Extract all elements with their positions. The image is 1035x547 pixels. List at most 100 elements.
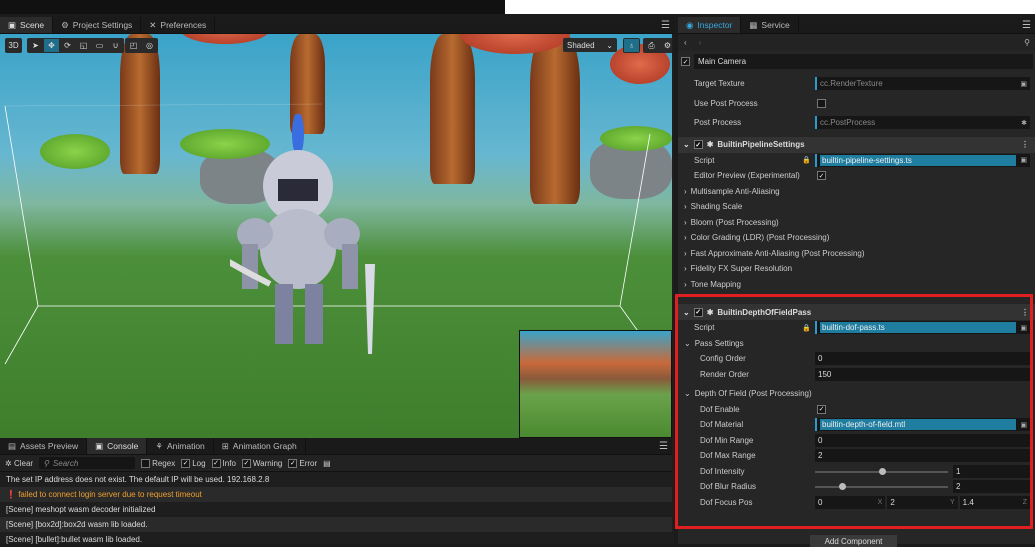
menu-icon[interactable]: ☰: [661, 20, 670, 31]
open-log-file-icon[interactable]: ▤: [323, 459, 331, 468]
dof-blur-radius-input[interactable]: 2: [953, 480, 1030, 494]
section-fsr[interactable]: › Fidelity FX Super Resolution: [678, 261, 1035, 277]
asset-icon[interactable]: ▣: [1020, 324, 1027, 332]
prop-use-post-process: Use Post Process: [678, 96, 1035, 112]
asset-icon[interactable]: ▣: [1020, 156, 1027, 164]
component-header-pipeline[interactable]: ⌄ ✓ ✱ BuiltinPipelineSettings ⋮: [678, 136, 1035, 153]
select-tool-icon[interactable]: ➤: [28, 39, 43, 52]
section-fxaa[interactable]: › Fast Approximate Anti-Aliasing (Post Pr…: [678, 246, 1035, 262]
focus-y-input[interactable]: 2Y: [887, 495, 958, 509]
move-tool-icon[interactable]: ✥: [44, 39, 59, 52]
regex-checkbox[interactable]: Regex: [141, 458, 175, 468]
asset-icon[interactable]: ▣: [1020, 421, 1027, 429]
chevron-right-icon: ›: [684, 217, 687, 227]
tab-project-settings[interactable]: ⚙ Project Settings: [53, 17, 142, 33]
info-checkbox[interactable]: ✓ Info: [211, 458, 236, 468]
tab-console[interactable]: ▣ Console: [87, 438, 148, 454]
dof-enable-checkbox[interactable]: ✓: [817, 404, 826, 414]
use-post-process-checkbox[interactable]: [817, 98, 826, 108]
dof-max-range-input[interactable]: 2: [815, 449, 1030, 463]
puzzle-icon[interactable]: ✱: [1021, 119, 1027, 127]
node-active-checkbox[interactable]: ✓: [681, 57, 690, 66]
pin-icon[interactable]: ⚲: [1024, 38, 1030, 47]
config-order-input[interactable]: 0: [815, 352, 1030, 366]
slider-knob[interactable]: [878, 467, 886, 475]
slider-knob[interactable]: [838, 483, 846, 490]
section-bloom[interactable]: › Bloom (Post Processing): [678, 215, 1035, 231]
tab-scene[interactable]: ▣ Scene: [0, 17, 54, 33]
dof-min-range-input[interactable]: 0: [815, 433, 1030, 447]
pivot-icon[interactable]: ◰: [126, 39, 141, 52]
script-field[interactable]: builtin-pipeline-settings.ts ▣: [815, 153, 1030, 167]
prop-config-order: Config Order 0: [678, 351, 1035, 367]
section-color-grading[interactable]: › Color Grading (LDR) (Post Processing): [678, 230, 1035, 246]
asset-icon[interactable]: ▣: [1020, 80, 1027, 88]
rect-tool-icon[interactable]: ▭: [92, 39, 107, 52]
section-depth-of-field[interactable]: ⌄ Depth Of Field (Post Processing): [678, 386, 1035, 402]
snap-tool-icon[interactable]: ∪: [108, 39, 123, 52]
component-header-dof[interactable]: ⌄ ✓ ✱ BuiltinDepthOfFieldPass ⋮: [678, 304, 1035, 320]
window-thumbnail-strip: [0, 0, 1035, 14]
transform-tools: ➤ ✥ ⟳ ◱ ▭ ∪: [27, 38, 124, 53]
puzzle-icon: ✱: [706, 307, 714, 317]
tab-service[interactable]: ▦ Service: [741, 17, 799, 33]
chevron-right-icon: ›: [684, 279, 687, 289]
tab-animation-graph[interactable]: ⊞ Animation Graph: [214, 438, 306, 454]
pivot-tools: ◰ ◎: [125, 38, 158, 53]
shading-select[interactable]: Shaded ⌄: [563, 38, 617, 52]
tab-preferences[interactable]: ✕ Preferences: [141, 17, 216, 33]
dof-blur-radius-slider[interactable]: [815, 483, 948, 490]
more-icon[interactable]: ⋮: [1021, 140, 1029, 149]
tools-icon: ✕: [149, 19, 157, 30]
scale-tool-icon[interactable]: ◱: [76, 39, 91, 52]
camera-icon[interactable]: ⎙: [644, 39, 659, 52]
back-icon[interactable]: ‹: [684, 38, 687, 47]
puzzle-icon: ✱: [706, 140, 714, 149]
more-icon[interactable]: ⋮: [1021, 308, 1029, 317]
warning-checkbox[interactable]: ✓ Warning: [241, 458, 282, 468]
blank-area: [505, 0, 1035, 14]
focus-x-input[interactable]: 0X: [815, 495, 886, 509]
dof-intensity-slider[interactable]: [815, 467, 948, 475]
editor-preview-checkbox[interactable]: ✓: [817, 171, 826, 181]
component-enabled-checkbox[interactable]: ✓: [693, 307, 703, 317]
tab-inspector[interactable]: ◉ Inspector: [678, 17, 742, 33]
clear-button[interactable]: ✲ Clear: [5, 459, 33, 468]
render-order-input[interactable]: 150: [815, 367, 1030, 381]
add-component-button[interactable]: Add Component: [810, 535, 897, 547]
tab-animation[interactable]: ⚘ Animation: [147, 438, 214, 454]
section-shading-scale[interactable]: › Shading Scale: [678, 199, 1035, 215]
target-texture-field[interactable]: cc.RenderTexture ▣: [815, 77, 1030, 91]
warning-icon: ❗: [6, 490, 16, 499]
search-input[interactable]: ⚲ Search: [39, 457, 136, 469]
global-icon[interactable]: ◎: [142, 39, 157, 52]
prop-editor-preview: Editor Preview (Experimental) ✓: [694, 171, 826, 181]
focus-pos-vector: 0X 2Y 1.4 Z: [815, 495, 1030, 509]
dof-material-field[interactable]: builtin-depth-of-field.mtl ▣: [815, 418, 1030, 432]
dof-intensity-input[interactable]: 1: [953, 464, 1030, 478]
forward-icon[interactable]: ›: [699, 38, 702, 47]
inspector-tabs: ◉ Inspector ▦ Service ☰: [678, 17, 1035, 34]
tab-assets-preview[interactable]: ▤ Assets Preview: [0, 438, 88, 454]
section-msaa[interactable]: › Multisample Anti-Aliasing: [678, 184, 1035, 200]
node-name-input[interactable]: Main Camera: [694, 54, 1033, 69]
component-enabled-checkbox[interactable]: ✓: [693, 140, 703, 149]
dof-script-field[interactable]: builtin-dof-pass.ts ▣: [815, 321, 1030, 335]
lightbulb-icon[interactable]: ♁: [624, 39, 639, 52]
section-tone-mapping[interactable]: › Tone Mapping: [678, 277, 1035, 293]
globe-icon: ◉: [686, 19, 694, 30]
settings-icon[interactable]: ⚙: [660, 39, 672, 52]
post-process-field[interactable]: cc.PostProcess ✱: [815, 116, 1030, 130]
error-checkbox[interactable]: ✓ Error: [288, 458, 317, 468]
menu-icon[interactable]: ☰: [1022, 20, 1031, 31]
rotate-tool-icon[interactable]: ⟳: [60, 39, 75, 52]
menu-icon[interactable]: ☰: [659, 441, 668, 452]
log-checkbox[interactable]: ✓ Log: [181, 458, 206, 468]
prop-target-texture: Target Texture cc.RenderTexture ▣: [678, 76, 1035, 92]
scene-icon: ▣: [8, 19, 17, 30]
scene-viewport[interactable]: 3D ➤ ✥ ⟳ ◱ ▭ ∪ ◰ ◎ Shaded ⌄ ♁ ⎙ ⚙: [0, 34, 672, 438]
inspector-nav: ‹ › ⚲: [678, 34, 1035, 51]
section-pass-settings[interactable]: ⌄ Pass Settings: [678, 336, 1035, 352]
focus-z-input[interactable]: 1.4 Z: [959, 495, 1030, 509]
3d-toggle[interactable]: 3D: [5, 38, 22, 53]
